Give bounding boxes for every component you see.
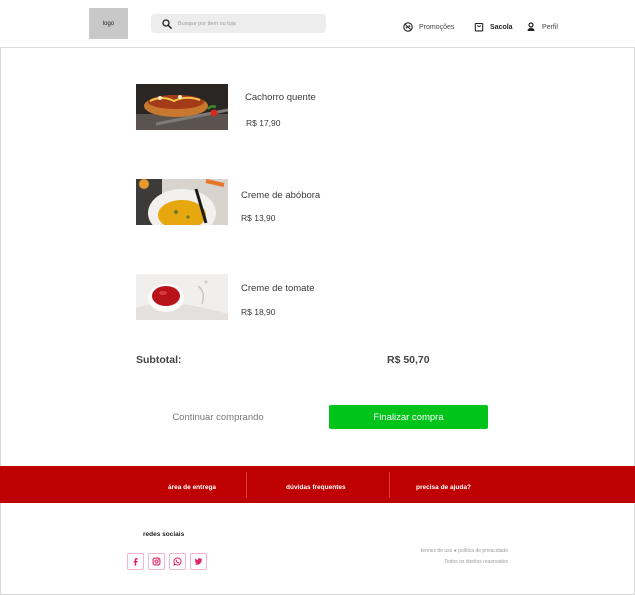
item-image-pumpkin-soup: [136, 179, 228, 225]
item-image-tomato-soup: [136, 274, 228, 320]
search-input[interactable]: [178, 20, 318, 27]
user-icon: [527, 22, 535, 31]
help-link[interactable]: precisa de ajuda?: [416, 484, 471, 491]
faq-link[interactable]: dúvidas frequentes: [286, 484, 346, 491]
promotion-icon: [403, 22, 413, 32]
subtotal-label: Subtotal:: [136, 354, 182, 366]
social-title: redes sociais: [143, 531, 185, 538]
item-name: Cachorro quente: [245, 92, 316, 103]
search-icon: [162, 18, 172, 29]
instagram-icon: [152, 557, 161, 566]
band-divider: [246, 472, 247, 498]
footer-links-band: área de entrega dúvidas frequentes preci…: [0, 466, 635, 503]
item-price: R$ 17,90: [246, 118, 281, 128]
nav-promotions-label: Promoções: [419, 23, 455, 31]
privacy-link[interactable]: política de privacidade: [458, 548, 508, 554]
item-price: R$ 13,90: [241, 213, 276, 223]
search-bar[interactable]: [151, 14, 326, 33]
logo[interactable]: logo: [89, 8, 128, 39]
terms-link[interactable]: termos de uso: [421, 548, 453, 554]
item-name: Creme de tomate: [241, 283, 315, 294]
page-frame: [0, 0, 635, 595]
whatsapp-icon: [173, 557, 182, 566]
top-header: logo Promoções Sacola Perfil: [0, 0, 635, 48]
nav-profile-label: Perfil: [542, 23, 558, 31]
item-image-hot-dog: [136, 84, 228, 130]
delivery-area-link[interactable]: área de entrega: [168, 484, 216, 491]
legal-links: termos de uso ● política de privacidade: [421, 548, 508, 554]
nav-bag-label: Sacola: [490, 23, 513, 31]
continue-shopping-button[interactable]: Continuar comprando: [160, 405, 276, 429]
twitter-icon: [194, 558, 203, 565]
instagram-button[interactable]: [148, 553, 165, 570]
item-name: Creme de abóbora: [241, 190, 321, 201]
nav-profile[interactable]: Perfil: [526, 20, 558, 34]
whatsapp-button[interactable]: [169, 553, 186, 570]
facebook-button[interactable]: [127, 553, 144, 570]
item-price: R$ 18,90: [241, 307, 276, 317]
nav-promotions[interactable]: Promoções: [403, 20, 454, 34]
logo-text: logo: [102, 20, 115, 27]
copyright-text: Todos os direitos reservados: [444, 559, 508, 565]
facebook-icon: [133, 558, 138, 566]
bag-icon: [474, 22, 484, 32]
checkout-button[interactable]: Finalizar compra: [329, 405, 488, 429]
subtotal-value: R$ 50,70: [387, 354, 430, 366]
twitter-button[interactable]: [190, 553, 207, 570]
band-divider: [389, 472, 390, 498]
nav-bag[interactable]: Sacola: [474, 20, 513, 34]
